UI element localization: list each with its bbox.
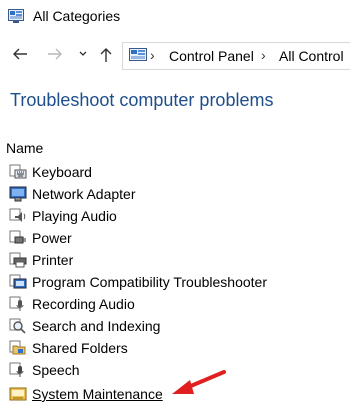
list-item-label: Power	[32, 230, 72, 246]
printer-icon	[9, 252, 27, 268]
recent-locations-button[interactable]	[74, 47, 92, 66]
control-panel-icon	[129, 48, 147, 61]
list-item-label: Recording Audio	[32, 296, 135, 312]
list-item-label: Shared Folders	[32, 340, 128, 356]
list-item-label: Speech	[32, 362, 80, 378]
list-item-label: System Maintenance	[32, 386, 163, 402]
microphone-icon	[9, 296, 24, 311]
list-item-label: Keyboard	[32, 164, 92, 180]
column-header-name[interactable]: Name	[6, 140, 43, 156]
power-icon	[9, 230, 26, 244]
breadcrumb-control-panel[interactable]: Control Panel	[169, 48, 254, 64]
list-item-power[interactable]: Power	[9, 228, 349, 248]
list-item-recording-audio[interactable]: Recording Audio	[9, 294, 349, 314]
control-panel-icon	[8, 9, 24, 23]
list-item-label: Program Compatibility Troubleshooter	[32, 274, 267, 290]
list-item-shared-folders[interactable]: Shared Folders	[9, 338, 349, 358]
breadcrumb-separator[interactable]: ›	[150, 47, 155, 63]
list-item-label: Network Adapter	[32, 186, 136, 202]
forward-button[interactable]	[46, 47, 64, 66]
title-bar: All Categories	[0, 0, 350, 34]
list-item-label: Playing Audio	[32, 208, 117, 224]
address-bar[interactable]: › Control Panel › All Control	[122, 42, 350, 70]
arrow-up-icon	[100, 48, 112, 62]
network-adapter-icon	[9, 186, 27, 202]
page-title: Troubleshoot computer problems	[10, 90, 274, 110]
list-item-playing-audio[interactable]: Playing Audio	[9, 206, 349, 226]
list-item-keyboard[interactable]: Keyboard	[9, 162, 349, 182]
list-item-program-compatibility[interactable]: Program Compatibility Troubleshooter	[9, 272, 349, 292]
list-item-printer[interactable]: Printer	[9, 250, 349, 270]
arrow-right-icon	[48, 48, 62, 60]
keyboard-icon	[9, 164, 27, 179]
up-button[interactable]	[97, 47, 115, 68]
arrow-left-icon	[13, 48, 27, 60]
speaker-icon	[9, 208, 26, 222]
window-title: All Categories	[33, 8, 121, 24]
list-item-network-adapter[interactable]: Network Adapter	[9, 184, 349, 204]
breadcrumb-all-control[interactable]: All Control	[279, 48, 344, 64]
breadcrumb-separator[interactable]: ›	[261, 47, 266, 63]
search-icon	[9, 318, 26, 334]
list-item-search-and-indexing[interactable]: Search and Indexing	[9, 316, 349, 336]
chevron-down-icon	[79, 51, 87, 56]
compatibility-icon	[9, 274, 27, 289]
list-item-label: Search and Indexing	[32, 318, 161, 334]
annotation-arrow-icon	[172, 370, 226, 394]
shared-folder-icon	[9, 340, 26, 355]
system-maintenance-icon	[9, 387, 27, 401]
back-button[interactable]	[11, 47, 29, 66]
speech-icon	[9, 362, 24, 377]
list-item-label: Printer	[32, 252, 74, 268]
